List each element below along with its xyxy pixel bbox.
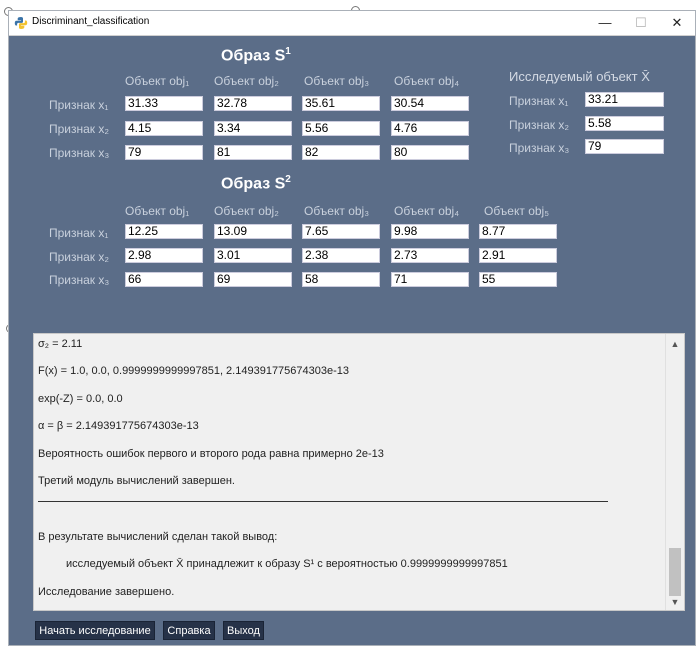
s2-object-header: Объект obj₄ — [394, 204, 460, 218]
output-line: α = β = 2.149391775674303e-13 — [38, 420, 199, 432]
app-window: Discriminant_classification — ☐ ✕ Образ … — [8, 10, 696, 646]
s1-value-field[interactable]: 81 — [214, 145, 292, 160]
exit-button[interactable]: Выход — [223, 621, 264, 640]
s1-value-field[interactable]: 32.78 — [214, 96, 292, 111]
s1-feature-label: Признак x₂ — [49, 122, 110, 136]
output-line: Третий модуль вычислений завершен. — [38, 475, 235, 487]
s1-value-field[interactable]: 5.56 — [302, 121, 380, 136]
output-line: F(x) = 1.0, 0.0, 0.9999999999997851, 2.1… — [38, 365, 350, 377]
s2-object-header: Объект obj₁ — [125, 204, 190, 218]
output-line: исследуемый объект X̄ принадлежит к обра… — [66, 558, 508, 570]
sample2-heading-sup: 2 — [285, 174, 291, 185]
s1-feature-label: Признак x₃ — [49, 146, 110, 160]
s2-value-field[interactable]: 9.98 — [391, 224, 469, 239]
sample2-heading-text: Образ S — [221, 175, 286, 193]
s2-feature-label: Признак x₂ — [49, 250, 110, 264]
test-value-field[interactable]: 5.58 — [585, 116, 664, 131]
test-value-field[interactable]: 79 — [585, 139, 664, 154]
s2-value-field[interactable]: 3.01 — [214, 248, 292, 263]
s2-value-field[interactable]: 2.98 — [125, 248, 203, 263]
scroll-up-arrow-icon[interactable]: ▲ — [666, 336, 684, 352]
scrollbar-thumb[interactable] — [669, 548, 681, 596]
s1-value-field[interactable]: 80 — [391, 145, 469, 160]
scroll-down-arrow-icon[interactable]: ▼ — [666, 594, 684, 610]
s2-value-field[interactable]: 13.09 — [214, 224, 292, 239]
s2-value-field[interactable]: 8.77 — [479, 224, 557, 239]
s2-object-header: Объект obj₅ — [484, 204, 550, 218]
output-line: Исследование завершено. — [38, 586, 175, 598]
s2-value-field[interactable]: 71 — [391, 272, 469, 287]
s2-value-field[interactable]: 2.38 — [302, 248, 380, 263]
test-feature-label: Признак x₁ — [509, 94, 569, 108]
output-scrollbar[interactable]: ▲ ▼ — [665, 334, 684, 610]
test-feature-label: Признак x₂ — [509, 118, 570, 132]
s2-value-field[interactable]: 7.65 — [302, 224, 380, 239]
test-object-heading: Исследуемый объект X̄ — [509, 69, 650, 84]
results-output-area[interactable]: σ₂ = 2.11 F(x) = 1.0, 0.0, 0.99999999999… — [33, 333, 685, 611]
s2-value-field[interactable]: 58 — [302, 272, 380, 287]
s2-value-field[interactable]: 69 — [214, 272, 292, 287]
s1-feature-label: Признак x₁ — [49, 98, 109, 112]
output-separator — [38, 501, 608, 502]
sample1-heading-sup: 1 — [285, 46, 291, 57]
s2-feature-label: Признак x₃ — [49, 273, 110, 287]
s2-value-field[interactable]: 2.91 — [479, 248, 557, 263]
s2-value-field[interactable]: 2.73 — [391, 248, 469, 263]
s1-value-field[interactable]: 82 — [302, 145, 380, 160]
s2-object-header: Объект obj₂ — [214, 204, 279, 218]
window-title: Discriminant_classification — [32, 16, 150, 27]
s1-value-field[interactable]: 30.54 — [391, 96, 469, 111]
sample1-heading: Образ S1 — [221, 46, 291, 65]
output-line: exp(-Z) = 0.0, 0.0 — [38, 393, 123, 405]
start-research-button[interactable]: Начать исследование — [35, 621, 155, 640]
s2-value-field[interactable]: 55 — [479, 272, 557, 287]
s1-object-header: Объект obj₄ — [394, 74, 460, 88]
sample2-heading: Образ S2 — [221, 174, 291, 193]
python-logo-icon — [14, 17, 28, 29]
s1-object-header: Объект obj₁ — [125, 74, 190, 88]
output-line: В результате вычислений сделан такой выв… — [38, 531, 278, 543]
s1-value-field[interactable]: 3.34 — [214, 121, 292, 136]
output-line: σ₂ = 2.11 — [38, 338, 83, 350]
s2-value-field[interactable]: 12.25 — [125, 224, 203, 239]
s2-value-field[interactable]: 66 — [125, 272, 203, 287]
s2-object-header: Объект obj₃ — [304, 204, 370, 218]
s1-value-field[interactable]: 35.61 — [302, 96, 380, 111]
close-button[interactable]: ✕ — [659, 13, 695, 33]
help-button[interactable]: Справка — [163, 621, 215, 640]
s1-value-field[interactable]: 4.76 — [391, 121, 469, 136]
s1-value-field[interactable]: 4.15 — [125, 121, 203, 136]
s1-object-header: Объект obj₂ — [214, 74, 279, 88]
s1-object-header: Объект obj₃ — [304, 74, 370, 88]
s1-value-field[interactable]: 79 — [125, 145, 203, 160]
s2-feature-label: Признак x₁ — [49, 226, 109, 240]
minimize-button[interactable]: — — [587, 13, 623, 33]
sample1-heading-text: Образ S — [221, 47, 286, 65]
test-feature-label: Признак x₃ — [509, 141, 570, 155]
output-line: Вероятность ошибок первого и второго род… — [38, 448, 384, 460]
test-value-field[interactable]: 33.21 — [585, 92, 664, 107]
maximize-button[interactable]: ☐ — [623, 13, 659, 33]
title-bar: Discriminant_classification — ☐ ✕ — [9, 11, 695, 36]
s1-value-field[interactable]: 31.33 — [125, 96, 203, 111]
